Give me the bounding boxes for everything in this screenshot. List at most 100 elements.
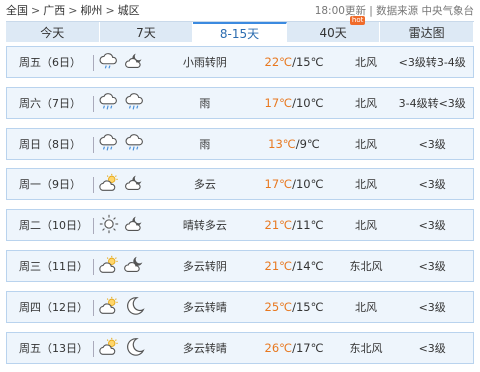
- forecast-date: 周五（6日）: [7, 47, 95, 77]
- high-temperature: 17℃: [264, 177, 293, 191]
- high-temperature: 25℃: [264, 300, 293, 314]
- low-temperature: 14℃: [295, 259, 324, 273]
- wind-direction: 东北风: [349, 342, 383, 355]
- forecast-row: 周五（13日） 多云转晴 26℃/17℃ 东北风 <3级: [6, 332, 474, 364]
- wind-level: <3级: [418, 301, 446, 314]
- partly-cloudy-night-icon: [124, 50, 146, 75]
- rain-icon: [98, 91, 120, 116]
- forecast-row: 周二（10日） 晴转多云 21℃/11℃ 北风 <3级: [6, 209, 474, 241]
- low-temperature: 11℃: [295, 218, 324, 232]
- low-temperature: 10℃: [295, 96, 324, 110]
- wind-level: <3级: [418, 342, 446, 355]
- temperature-range: 26℃/17℃: [261, 341, 326, 355]
- overcast-night-icon: [124, 254, 146, 279]
- weather-description: 多云转晴: [182, 301, 227, 314]
- rain-icon: [124, 132, 146, 157]
- temperature-range: 13℃/9℃: [261, 137, 326, 151]
- weather-icons: [94, 295, 150, 320]
- weather-icons: [94, 336, 150, 361]
- forecast-row: 周三（11日） 多云转阴 21℃/14℃ 东北风 <3级: [6, 250, 474, 282]
- weather-description: 雨: [199, 138, 211, 151]
- hot-badge: hot: [349, 16, 366, 25]
- breadcrumb: 全国 > 广西 > 柳州 > 城区: [6, 2, 140, 18]
- breadcrumb-separator: >: [68, 3, 78, 17]
- low-temperature: 9℃: [299, 137, 320, 151]
- wind-level: <3级: [418, 178, 446, 191]
- wind-direction: 北风: [355, 301, 378, 314]
- rain-icon: [98, 132, 120, 157]
- tab-7-days[interactable]: 7天: [100, 22, 194, 42]
- weather-description: 多云: [193, 178, 216, 191]
- partly-cloudy-day-icon: [98, 336, 120, 361]
- high-temperature: 21℃: [264, 259, 293, 273]
- temperature-range: 17℃/10℃: [261, 96, 326, 110]
- temperature-range: 21℃/14℃: [261, 259, 326, 273]
- partly-cloudy-day-icon: [98, 172, 120, 197]
- wind-level: 3-4级转<3级: [398, 97, 466, 110]
- forecast-row: 周五（6日） 小雨转阴 22℃/15℃ 北风 <3级转3-4级: [6, 46, 474, 78]
- breadcrumb-country[interactable]: 全国: [6, 2, 28, 18]
- tab-radar[interactable]: 雷达图: [380, 22, 474, 42]
- breadcrumb-bar: 全国 > 广西 > 柳州 > 城区 18:00更新 | 数据来源 中央气象台: [0, 0, 480, 20]
- forecast-tabs: 今天 7天 8-15天 40天 hot 雷达图: [6, 16, 474, 42]
- forecast-date: 周二（10日）: [7, 210, 95, 240]
- temperature-range: 21℃/11℃: [261, 218, 326, 232]
- sunny-icon: [98, 213, 120, 238]
- tab-label: 8-15天: [219, 26, 260, 41]
- wind-level: <3级: [418, 219, 446, 232]
- partly-cloudy-night-icon: [124, 172, 146, 197]
- light-rain-icon: [98, 50, 120, 75]
- rain-icon: [124, 91, 146, 116]
- weather-description: 小雨转阴: [182, 56, 227, 69]
- wind-direction: 北风: [355, 56, 378, 69]
- tab-label: 雷达图: [408, 25, 445, 40]
- low-temperature: 15℃: [295, 55, 324, 69]
- weather-description: 雨: [199, 97, 211, 110]
- tab-label: 今天: [40, 25, 65, 40]
- low-temperature: 15℃: [295, 300, 324, 314]
- partly-cloudy-day-icon: [98, 295, 120, 320]
- wind-level: <3级转3-4级: [398, 56, 466, 69]
- high-temperature: 13℃: [268, 137, 296, 151]
- temperature-range: 22℃/15℃: [261, 55, 326, 69]
- weather-icons: [94, 213, 150, 238]
- weather-icons: [94, 172, 150, 197]
- forecast-row: 周日（8日） 雨 13℃/9℃ 北风 <3级: [6, 128, 474, 160]
- weather-icons: [94, 50, 150, 75]
- weather-icons: [94, 132, 150, 157]
- breadcrumb-separator: >: [105, 3, 115, 17]
- moon-icon: [124, 295, 146, 320]
- update-info: 18:00更新 | 数据来源 中央气象台: [314, 4, 474, 17]
- tab-today[interactable]: 今天: [6, 22, 100, 42]
- forecast-date: 周六（7日）: [7, 88, 95, 118]
- forecast-row: 周一（9日） 多云 17℃/10℃ 北风 <3级: [6, 168, 474, 200]
- partly-cloudy-night-icon: [124, 213, 146, 238]
- temperature-range: 25℃/15℃: [261, 300, 326, 314]
- breadcrumb-province[interactable]: 广西: [43, 2, 65, 18]
- wind-direction: 北风: [355, 97, 378, 110]
- forecast-date: 周三（11日）: [7, 251, 95, 281]
- tab-label: 40天: [319, 25, 347, 40]
- wind-direction: 北风: [355, 178, 378, 191]
- wind-direction: 北风: [355, 219, 378, 232]
- breadcrumb-city[interactable]: 柳州: [80, 2, 102, 18]
- wind-level: <3级: [418, 260, 446, 273]
- temperature-range: 17℃/10℃: [261, 177, 326, 191]
- wind-level: <3级: [418, 138, 446, 151]
- wind-direction: 东北风: [349, 260, 383, 273]
- forecast-date: 周一（9日）: [7, 169, 95, 199]
- low-temperature: 10℃: [295, 177, 324, 191]
- breadcrumb-district: 城区: [117, 4, 140, 17]
- weather-description: 多云转阴: [182, 260, 227, 273]
- high-temperature: 17℃: [264, 96, 293, 110]
- tab-40-days[interactable]: 40天 hot: [287, 16, 381, 42]
- forecast-date: 周四（12日）: [7, 292, 95, 322]
- moon-icon: [124, 336, 146, 361]
- wind-direction: 北风: [355, 138, 378, 151]
- high-temperature: 26℃: [264, 341, 293, 355]
- high-temperature: 21℃: [264, 218, 293, 232]
- tab-8-15-days[interactable]: 8-15天: [193, 22, 287, 42]
- weather-icons: [94, 254, 150, 279]
- weather-icons: [94, 91, 150, 116]
- tab-label: 7天: [136, 25, 156, 40]
